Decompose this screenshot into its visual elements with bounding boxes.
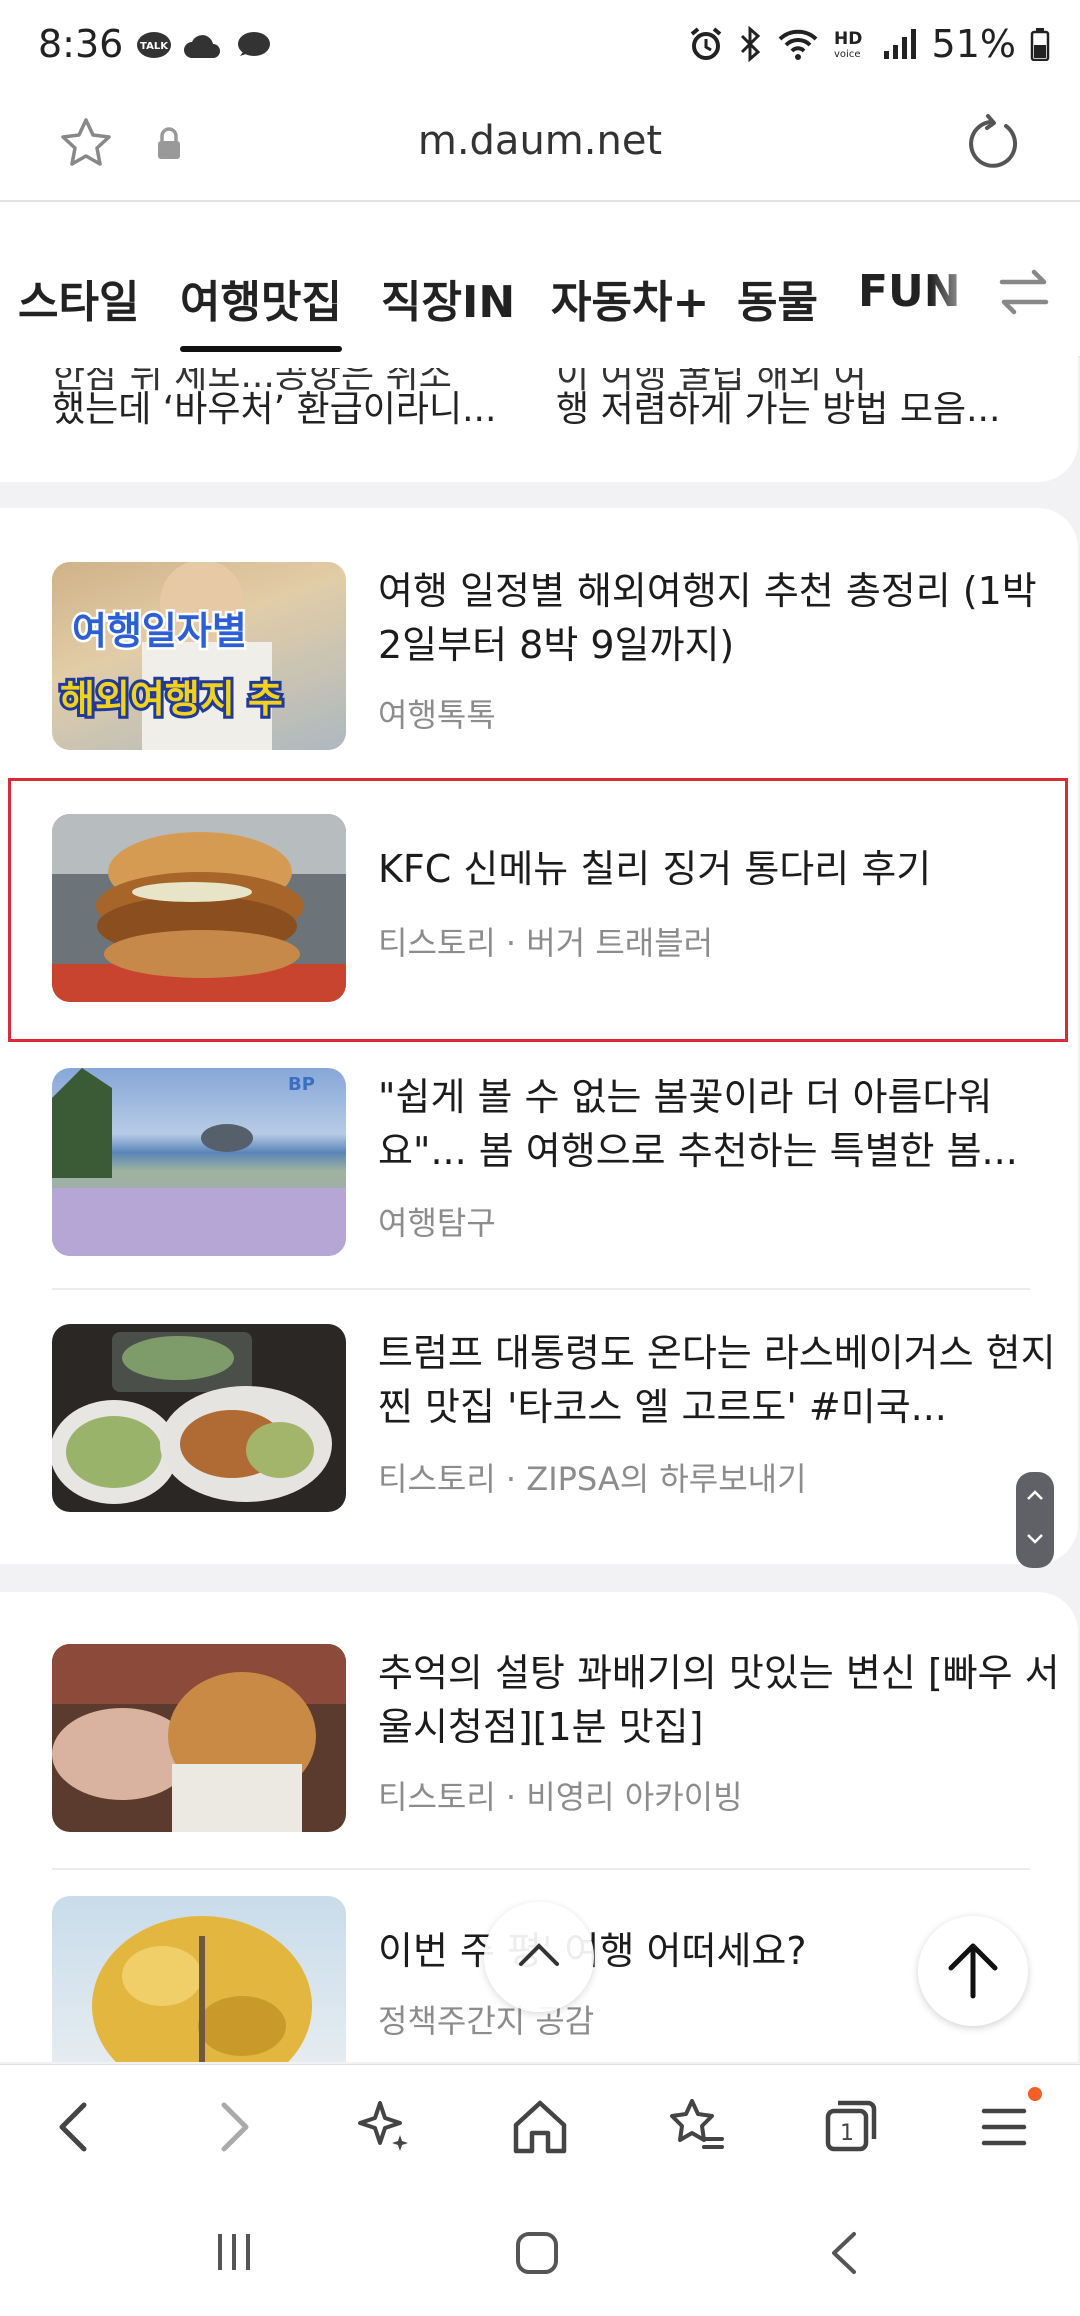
list-item[interactable]: BP "쉽게 볼 수 없는 봄꽃이라 더 아름다워요"... 봄 여행으로 추천… xyxy=(52,1068,1032,1258)
tabs-icon[interactable]: 1 xyxy=(818,2095,882,2159)
signal-icon xyxy=(883,29,916,59)
thumb-text-2: 해외여행지 추 xyxy=(60,677,283,721)
url-text[interactable]: m.daum.net xyxy=(0,118,1080,164)
svg-text:TALK: TALK xyxy=(140,41,169,52)
alarm-icon xyxy=(690,27,721,60)
article-source: 티스토리 · 비영리 아카이빙 xyxy=(378,1778,743,1816)
cloud-icon xyxy=(184,35,220,58)
svg-text:voice: voice xyxy=(834,49,860,60)
swap-arrows-icon[interactable] xyxy=(994,262,1054,322)
article-list-card: 여행일자별 해외여행지 추 여행 일정별 해외여행지 추천 총정리 (1박 2일… xyxy=(0,508,1078,1564)
list-item[interactable]: 추억의 설탕 꽈배기의 맛있는 변신 [빠우 서울시청점][1분 맛집] 티스토… xyxy=(52,1644,1060,1834)
bookmarks-icon[interactable] xyxy=(664,2095,728,2159)
thumb-badge: BP xyxy=(288,1074,315,1095)
tab-travel-food[interactable]: 여행맛집 xyxy=(180,266,342,352)
list-item[interactable]: 여행일자별 해외여행지 추 여행 일정별 해외여행지 추천 총정리 (1박 2일… xyxy=(52,562,1037,752)
article-title: "쉽게 볼 수 없는 봄꽃이라 더 아름다워요"... 봄 여행으로 추천하는 … xyxy=(378,1075,1018,1173)
menu-icon[interactable] xyxy=(972,2095,1036,2159)
hd-voice-icon: HDvoice xyxy=(834,29,862,60)
fast-scroll-handle[interactable] xyxy=(1016,1472,1054,1568)
category-tabs: 스타일 여행맛집 직장IN 자동차+ 동물 FUN xyxy=(0,202,1080,357)
address-bar: m.daum.net xyxy=(0,96,1080,202)
wifi-icon xyxy=(778,29,817,60)
talk-icon: TALK xyxy=(137,32,171,58)
article-title: 추억의 설탕 꽈배기의 맛있는 변신 [빠우 서울시청점][1분 맛집] xyxy=(378,1651,1060,1749)
article-source: 여행탐구 xyxy=(378,1204,496,1242)
article-thumbnail: BP xyxy=(52,1068,346,1256)
arrow-up-icon xyxy=(948,1943,998,1999)
article-title: KFC 신메뉴 칠리 징거 통다리 후기 xyxy=(378,847,932,891)
chevron-up-icon xyxy=(1027,1490,1043,1500)
home-icon[interactable] xyxy=(508,2095,572,2159)
system-indicators: HD voice 51% xyxy=(688,22,1050,66)
tab-work[interactable]: 직장IN xyxy=(381,266,515,330)
battery-icon xyxy=(1030,28,1050,61)
reload-icon[interactable] xyxy=(962,112,1024,174)
collapse-toolbar-button[interactable] xyxy=(484,1902,594,2012)
home-system-icon[interactable] xyxy=(514,2230,560,2276)
article-thumbnail xyxy=(52,1896,346,2062)
divider xyxy=(52,1868,1030,1870)
forward-icon[interactable] xyxy=(200,2095,264,2159)
bubble-icon xyxy=(238,32,270,56)
tab-animal[interactable]: 동물 xyxy=(737,266,818,330)
article-card-partial[interactable]: 한참 뒤 제보...공항은 취소 했는데 ‘바우처’ 환급이라니... 이 여행… xyxy=(0,356,1078,482)
notification-icons: TALK xyxy=(136,30,272,62)
chevron-down-icon xyxy=(1027,1534,1043,1544)
back-system-icon[interactable] xyxy=(826,2230,862,2276)
svg-text:1: 1 xyxy=(840,2121,854,2146)
system-nav-bar xyxy=(0,2188,1080,2316)
list-item[interactable]: KFC 신메뉴 칠리 징거 통다리 후기 티스토리 · 버거 트래블러 xyxy=(52,814,1032,1004)
article-thumbnail xyxy=(52,1324,346,1512)
status-bar: 8:36 TALK HD voice 51% xyxy=(0,0,1080,96)
article-source: 티스토리 · ZIPSA의 하루보내기 xyxy=(378,1460,807,1498)
tab-style[interactable]: 스타일 xyxy=(18,266,139,330)
recents-icon[interactable] xyxy=(212,2230,256,2274)
tab-car[interactable]: 자동차+ xyxy=(551,266,709,330)
scroll-to-top-button[interactable] xyxy=(918,1916,1028,2026)
article-thumbnail xyxy=(52,814,346,1002)
article-thumbnail: 여행일자별 해외여행지 추 xyxy=(52,562,346,750)
partial-text-right-2: 행 저렴하게 가는 방법 모음... xyxy=(556,389,1001,430)
svg-text:HD: HD xyxy=(834,29,862,49)
article-thumbnail xyxy=(52,1644,346,1832)
bluetooth-icon xyxy=(740,26,760,62)
browser-toolbar: 1 xyxy=(0,2064,1080,2189)
sparkle-ai-icon[interactable] xyxy=(352,2095,416,2159)
divider xyxy=(52,1288,1030,1290)
article-title: 트럼프 대통령도 온다는 라스베이거스 현지 찐 맛집 '타코스 엘 고르도' … xyxy=(378,1331,1056,1429)
article-source: 여행톡톡 xyxy=(378,696,496,734)
notification-dot xyxy=(1028,2087,1042,2101)
chevron-up-icon xyxy=(519,1943,559,1966)
partial-text-left-2: 했는데 ‘바우처’ 환급이라니... xyxy=(52,389,497,430)
clock: 8:36 xyxy=(38,22,124,66)
article-source: 티스토리 · 버거 트래블러 xyxy=(378,924,714,962)
list-item[interactable]: 트럼프 대통령도 온다는 라스베이거스 현지 찐 맛집 '타코스 엘 고르도' … xyxy=(52,1324,1056,1514)
back-icon[interactable] xyxy=(44,2095,108,2159)
article-title: 여행 일정별 해외여행지 추천 총정리 (1박 2일부터 8박 9일까지) xyxy=(378,569,1037,667)
battery-percent: 51% xyxy=(931,22,1016,66)
thumb-text-1: 여행일자별 xyxy=(72,609,247,653)
